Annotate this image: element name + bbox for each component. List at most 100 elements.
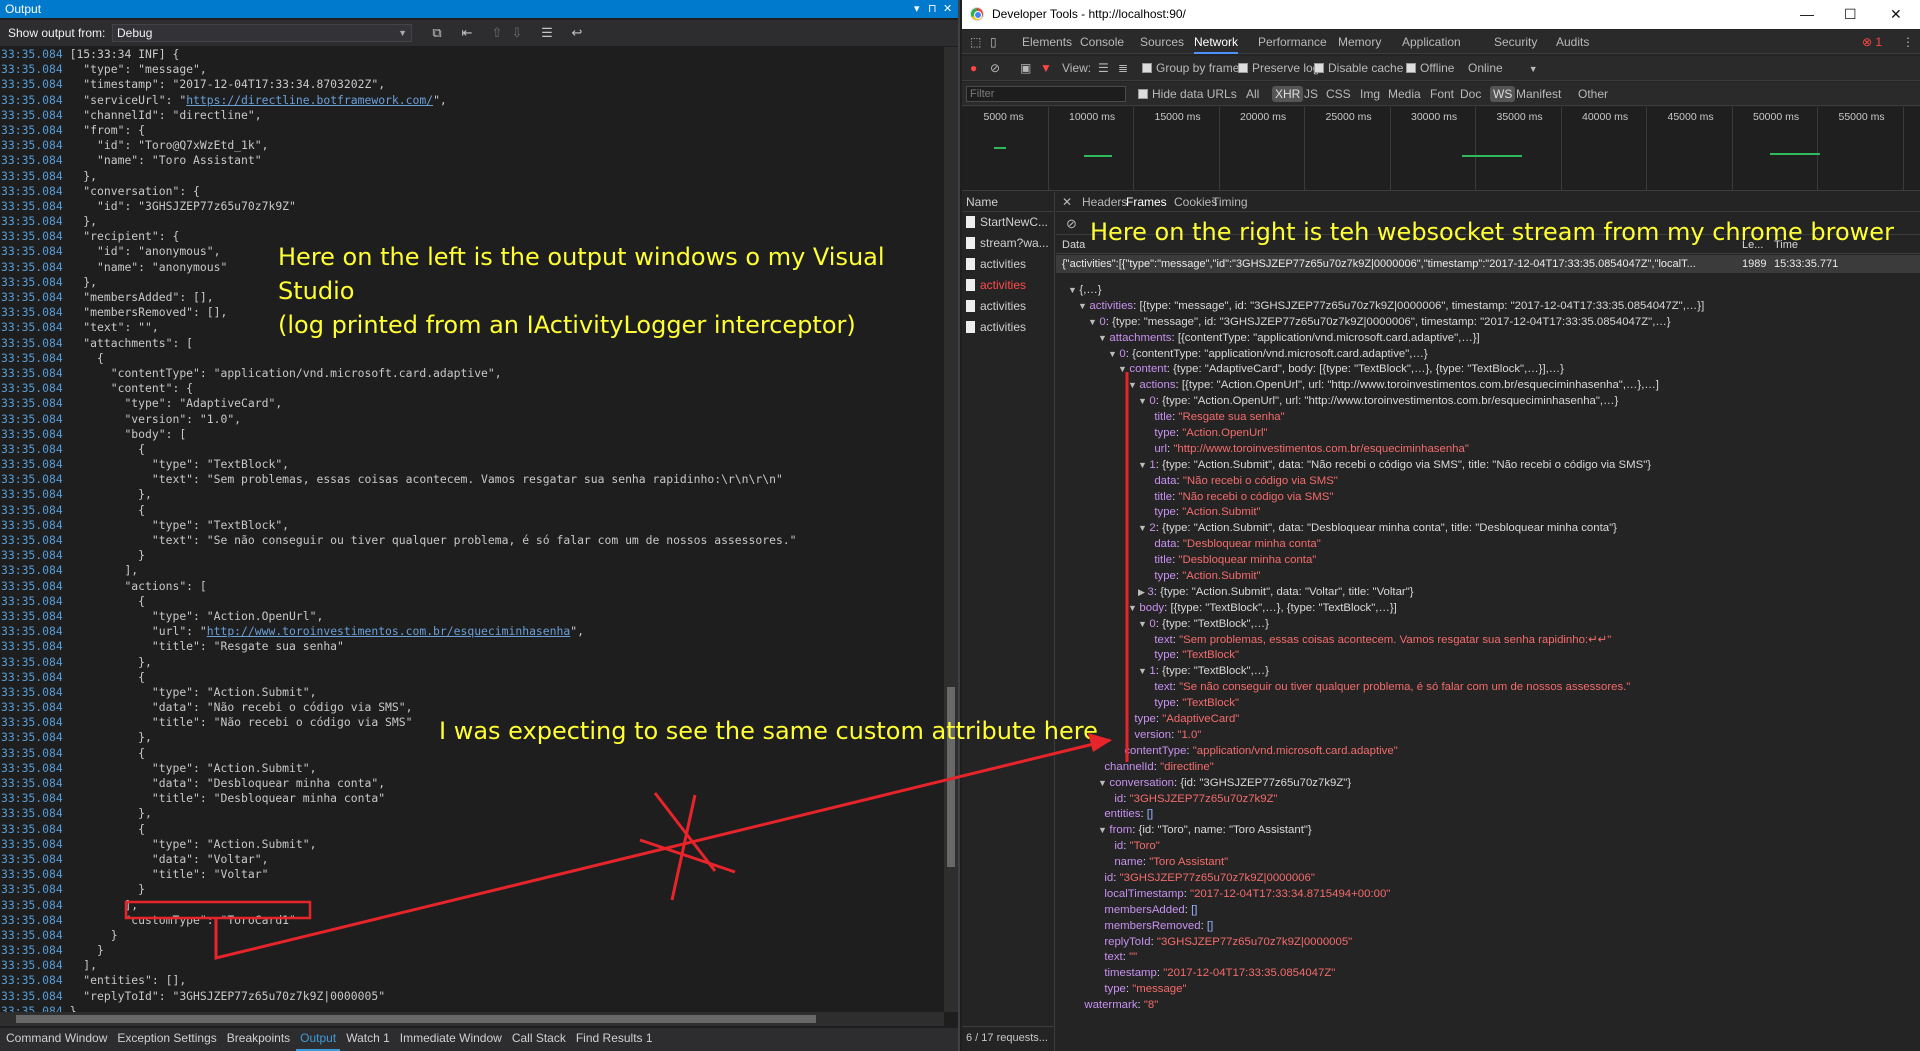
- close-icon[interactable]: ✕: [1890, 0, 1902, 29]
- log-link[interactable]: http://www.toroinvestimentos.com.br/esqu…: [207, 624, 570, 638]
- devtools-tab-audits[interactable]: Audits: [1556, 30, 1589, 54]
- expanded-triangle-icon[interactable]: ▼: [1108, 349, 1119, 359]
- json-tree-node[interactable]: ▼ body: [{type: "TextBlock",…}, {type: "…: [1056, 601, 1920, 617]
- json-tree-node[interactable]: name: "Toro Assistant": [1056, 855, 1920, 871]
- expanded-triangle-icon[interactable]: ▼: [1098, 333, 1109, 343]
- json-tree-node[interactable]: text: "": [1056, 950, 1920, 966]
- filter-input[interactable]: Filter: [966, 86, 1126, 102]
- detail-tab-frames[interactable]: Frames: [1126, 192, 1167, 212]
- vs-output-log[interactable]: 33:35.084 [15:33:34 INF] {33:35.084 "typ…: [0, 47, 944, 1012]
- filter-type-other[interactable]: Other: [1578, 82, 1608, 106]
- throttling-select[interactable]: Online ▼: [1468, 56, 1538, 82]
- devtools-tab-memory[interactable]: Memory: [1338, 30, 1381, 54]
- preserve-log-checkbox[interactable]: Preserve log: [1238, 56, 1319, 81]
- filter-type-all[interactable]: All: [1246, 82, 1259, 106]
- tool-window-tab[interactable]: Command Window: [2, 1028, 111, 1051]
- pin-icon[interactable]: ⊓: [928, 0, 937, 18]
- tool-window-tab[interactable]: Output: [296, 1028, 341, 1051]
- json-tree-node[interactable]: ▼ from: {id: "Toro", name: "Toro Assista…: [1056, 823, 1920, 839]
- detail-tab-timing[interactable]: Timing: [1212, 192, 1248, 212]
- filter-type-js[interactable]: JS: [1304, 82, 1318, 106]
- devtools-tab-elements[interactable]: Elements: [1022, 30, 1072, 54]
- json-tree-node[interactable]: text: "Sem problemas, essas coisas acont…: [1056, 633, 1920, 649]
- json-tree-node[interactable]: type: "Action.Submit": [1056, 569, 1920, 585]
- json-tree-node[interactable]: contentType: "application/vnd.microsoft.…: [1056, 744, 1920, 760]
- json-tree-node[interactable]: membersRemoved: []: [1056, 919, 1920, 935]
- horizontal-scrollbar[interactable]: [0, 1012, 944, 1026]
- json-tree-node[interactable]: ▼ activities: [{type: "message", id: "3G…: [1056, 299, 1920, 315]
- filter-type-manifest[interactable]: Manifest: [1516, 82, 1561, 106]
- error-count-badge[interactable]: ⊗ 1: [1862, 30, 1882, 54]
- output-source-select[interactable]: Debug ▼: [112, 24, 412, 42]
- json-tree-node[interactable]: url: "http://www.toroinvestimentos.com.b…: [1056, 442, 1920, 458]
- device-toolbar-icon[interactable]: ▯: [990, 30, 997, 54]
- expanded-triangle-icon[interactable]: ▼: [1128, 380, 1139, 390]
- json-tree-node[interactable]: title: "Resgate sua senha": [1056, 410, 1920, 426]
- tool-window-tab[interactable]: Find Results 1: [572, 1028, 657, 1051]
- json-tree-node[interactable]: ▼ 1: {type: "Action.Submit", data: "Não …: [1056, 458, 1920, 474]
- tool-window-tab[interactable]: Watch 1: [342, 1028, 394, 1051]
- devtools-tab-network[interactable]: Network: [1194, 30, 1239, 54]
- json-tree-node[interactable]: text: "Se não conseguir ou tiver qualque…: [1056, 680, 1920, 696]
- clear-icon[interactable]: ⊘: [990, 56, 1000, 81]
- expanded-triangle-icon[interactable]: ▼: [1088, 317, 1099, 327]
- maximize-icon[interactable]: ☐: [1844, 0, 1857, 29]
- json-tree-node[interactable]: type: "TextBlock": [1056, 696, 1920, 712]
- filter-icon[interactable]: ▼: [1040, 56, 1052, 81]
- request-row[interactable]: activities: [962, 254, 1054, 275]
- devtools-tab-application[interactable]: Application: [1402, 30, 1461, 54]
- tool-window-tab[interactable]: Call Stack: [508, 1028, 570, 1051]
- json-tree-node[interactable]: ▶ 3: {type: "Action.Submit", data: "Volt…: [1056, 585, 1920, 601]
- json-tree-node[interactable]: ▼ 0: {type: "message", id: "3GHSJZEP77z6…: [1056, 315, 1920, 331]
- more-options-icon[interactable]: ⋮: [1902, 30, 1914, 54]
- request-row[interactable]: activities: [962, 275, 1054, 296]
- tool-window-tab[interactable]: Exception Settings: [113, 1028, 220, 1051]
- json-tree-node[interactable]: ▼ 0: {contentType: "application/vnd.micr…: [1056, 347, 1920, 363]
- devtools-tab-console[interactable]: Console: [1080, 30, 1124, 54]
- json-tree-node[interactable]: ▼ 2: {type: "Action.Submit", data: "Desb…: [1056, 521, 1920, 537]
- filter-type-css[interactable]: CSS: [1326, 82, 1351, 106]
- filter-type-xhr[interactable]: XHR: [1272, 82, 1304, 106]
- json-tree-node[interactable]: ▼ 0: {type: "TextBlock",…}: [1056, 617, 1920, 633]
- json-tree-node[interactable]: entities: []: [1056, 807, 1920, 823]
- minimize-icon[interactable]: —: [1800, 0, 1814, 29]
- vertical-scrollbar[interactable]: [944, 47, 958, 1012]
- expanded-triangle-icon[interactable]: ▼: [1138, 396, 1149, 406]
- devtools-tab-security[interactable]: Security: [1494, 30, 1537, 54]
- group-by-frame-checkbox[interactable]: Group by frame: [1142, 56, 1239, 81]
- devtools-tab-performance[interactable]: Performance: [1258, 30, 1327, 54]
- filter-type-doc[interactable]: Doc: [1460, 82, 1481, 106]
- expanded-triangle-icon[interactable]: ▼: [1138, 619, 1149, 629]
- json-tree-node[interactable]: type: "TextBlock": [1056, 648, 1920, 664]
- devtools-tab-sources[interactable]: Sources: [1140, 30, 1184, 54]
- dropdown-arrow-icon[interactable]: ▾: [914, 0, 920, 18]
- json-tree-node[interactable]: version: "1.0": [1056, 728, 1920, 744]
- close-icon[interactable]: ✕: [943, 0, 952, 18]
- request-row[interactable]: activities: [962, 317, 1054, 338]
- json-tree-node[interactable]: ▼ content: {type: "AdaptiveCard", body: …: [1056, 362, 1920, 378]
- collapsed-triangle-icon[interactable]: ▶: [1138, 587, 1147, 597]
- json-tree-node[interactable]: title: "Desbloquear minha conta": [1056, 553, 1920, 569]
- json-tree-node[interactable]: channelId: "directline": [1056, 760, 1920, 776]
- request-row[interactable]: stream?wa...: [962, 233, 1054, 254]
- network-overview-timeline[interactable]: 5000 ms 10000 ms 15000 ms 20000 ms 25000 ms 3…: [962, 107, 1920, 191]
- json-tree-node[interactable]: localTimestamp: "2017-12-04T17:33:34.871…: [1056, 887, 1920, 903]
- find-message-icon[interactable]: ⇤: [458, 24, 476, 42]
- expanded-triangle-icon[interactable]: ▼: [1098, 778, 1109, 788]
- json-tree-node[interactable]: type: "Action.OpenUrl": [1056, 426, 1920, 442]
- tool-window-tab[interactable]: Immediate Window: [396, 1028, 506, 1051]
- name-column-header[interactable]: Name: [962, 192, 1054, 212]
- json-tree-node[interactable]: id: "3GHSJZEP77z65u70z7k9Z": [1056, 792, 1920, 808]
- json-tree-node[interactable]: ▼ conversation: {id: "3GHSJZEP77z65u70z7…: [1056, 776, 1920, 792]
- word-wrap-icon[interactable]: ↩: [568, 24, 586, 42]
- capture-screenshots-icon[interactable]: ▣: [1020, 56, 1031, 81]
- clear-frames-icon[interactable]: ⊘: [1066, 216, 1077, 232]
- json-tree-node[interactable]: replyToId: "3GHSJZEP77z65u70z7k9Z|000000…: [1056, 935, 1920, 951]
- request-row[interactable]: activities: [962, 296, 1054, 317]
- json-tree-node[interactable]: ▼ {,…}: [1056, 283, 1920, 299]
- clear-all-icon[interactable]: ☰: [538, 24, 556, 42]
- json-tree-node[interactable]: watermark: "8": [1056, 998, 1920, 1014]
- json-tree-node[interactable]: ▼ actions: [{type: "Action.OpenUrl", url…: [1056, 378, 1920, 394]
- json-tree-node[interactable]: id: "Toro": [1056, 839, 1920, 855]
- json-tree-node[interactable]: data: "Desbloquear minha conta": [1056, 537, 1920, 553]
